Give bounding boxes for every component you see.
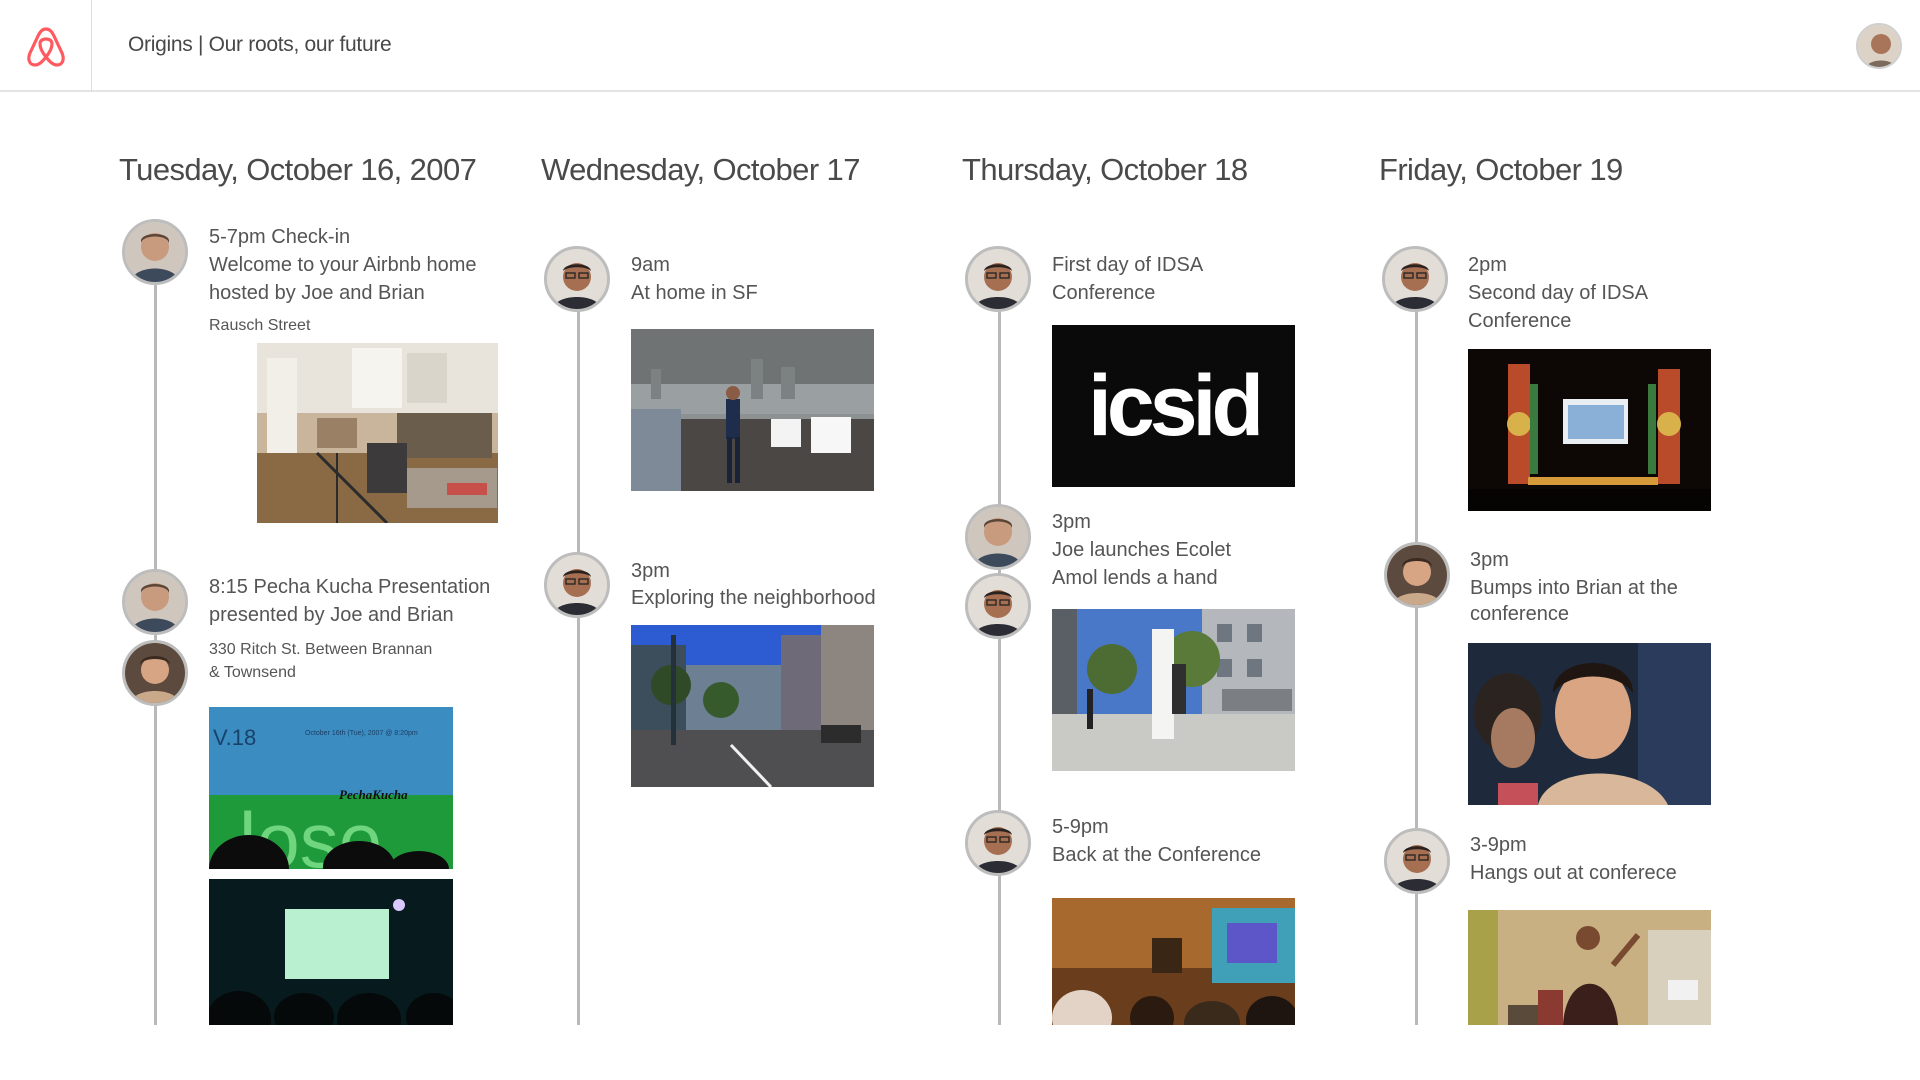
user-avatar[interactable] (1856, 23, 1902, 69)
avatar-nathan (1382, 246, 1448, 312)
photo-pecha-kucha-slide[interactable]: V.18 October 16th (Tue), 2007 @ 8:20pm P… (209, 707, 453, 869)
photo-street[interactable] (631, 625, 874, 787)
event-time: 5-7pm Check-in (209, 226, 351, 248)
day-heading: Friday, October 19 (1379, 152, 1623, 187)
app-title: Origins | Our roots, our future (128, 33, 392, 56)
photo-presentation-audience[interactable] (209, 879, 453, 1025)
event-description: Conference (1468, 310, 1572, 332)
photo-brian-at-conference[interactable] (1468, 643, 1711, 805)
event-time: 5-9pm (1052, 816, 1109, 838)
event-time: 2pm (1468, 254, 1507, 276)
event-time: 3-9pm (1470, 834, 1527, 856)
avatar-nathan (965, 810, 1031, 876)
event-description: Exploring the neighborhood (631, 587, 876, 609)
timeline-line (1415, 310, 1418, 1025)
event-description: presented by Joe and Brian (209, 604, 454, 626)
logo-button[interactable] (0, 0, 92, 92)
avatar-nathan (965, 573, 1031, 639)
event-description: Amol lends a hand (1052, 567, 1218, 589)
event-description: Hangs out at conferece (1470, 862, 1677, 884)
photo-conference-room[interactable] (1052, 898, 1295, 1025)
photo-hangs-out[interactable] (1468, 910, 1711, 1025)
event-description: Joe launches Ecolet (1052, 539, 1232, 561)
day-heading: Wednesday, October 17 (541, 152, 860, 187)
photo-ecolet-street[interactable] (1052, 609, 1295, 771)
avatar-brian (1384, 542, 1450, 608)
event-time: 3pm (1470, 549, 1509, 571)
avatar-nathan (965, 246, 1031, 312)
event-description: Welcome to your Airbnb home (209, 254, 477, 276)
event-location: & Townsend (209, 664, 296, 681)
photo-rooftop[interactable] (631, 329, 874, 491)
photo-conference-stage[interactable] (1468, 349, 1711, 511)
event-time: 8:15 Pecha Kucha Presentation (209, 576, 491, 598)
avatar-joe (122, 219, 188, 285)
event-description: At home in SF (631, 282, 758, 304)
event-description: First day of IDSA (1052, 254, 1204, 276)
event-description: hosted by Joe and Brian (209, 282, 425, 304)
slide-date: October 16th (Tue), 2007 @ 8:20pm (305, 730, 418, 737)
day-heading: Tuesday, October 16, 2007 (119, 152, 477, 187)
airbnb-belo-icon (26, 27, 65, 67)
event-time: 3pm (1052, 511, 1091, 533)
top-bar: Origins | Our roots, our future (0, 0, 1920, 92)
avatar-joe (122, 569, 188, 635)
event-description: Conference (1052, 282, 1156, 304)
avatar-nathan (1384, 828, 1450, 894)
event-location: Rausch Street (209, 317, 311, 334)
event-description: conference (1470, 603, 1569, 625)
photo-living-room[interactable] (257, 343, 498, 523)
event-description: Back at the Conference (1052, 844, 1262, 866)
event-time: 9am (631, 254, 670, 276)
event-location: 330 Ritch St. Between Brannan (209, 641, 433, 658)
event-description: Bumps into Brian at the (1470, 577, 1678, 599)
timeline-line (998, 310, 1001, 1025)
event-description: Second day of IDSA (1468, 282, 1649, 304)
avatar-nathan (544, 246, 610, 312)
avatar-brian (122, 640, 188, 706)
icsid-logo-text: icsid (1088, 358, 1264, 454)
slide-version: V.18 (213, 725, 256, 750)
avatar-nathan (544, 552, 610, 618)
event-time: 3pm (631, 560, 670, 582)
day-heading: Thursday, October 18 (962, 152, 1248, 187)
timeline-line (577, 310, 580, 1025)
photo-icsid-logo[interactable]: icsid (1052, 325, 1295, 487)
avatar-joe (965, 504, 1031, 570)
